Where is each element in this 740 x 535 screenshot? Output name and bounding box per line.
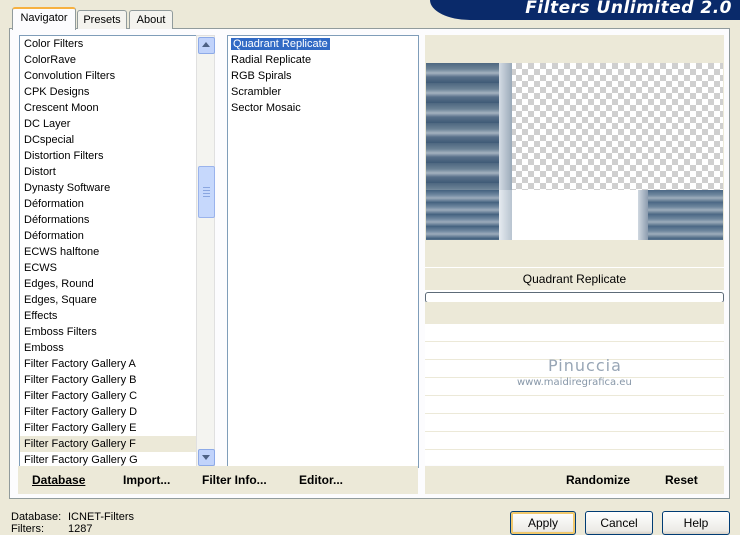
filter-item-label: RGB Spirals	[231, 70, 292, 82]
tab-presets[interactable]: Presets	[77, 10, 127, 29]
database-status-value: ICNET-Filters	[68, 511, 134, 523]
category-item[interactable]: Filter Factory Gallery B	[20, 372, 197, 388]
filter-item[interactable]: Radial Replicate	[228, 52, 418, 68]
category-item[interactable]: DCspecial	[20, 132, 197, 148]
category-scrollbar[interactable]	[196, 35, 215, 468]
filter-item[interactable]: RGB Spirals	[228, 68, 418, 84]
category-item[interactable]: ECWS	[20, 260, 197, 276]
tab-about[interactable]: About	[129, 10, 173, 29]
parameter-row	[425, 396, 724, 414]
preview-strip	[499, 63, 512, 190]
category-item[interactable]: Filter Factory Gallery E	[20, 420, 197, 436]
database-label: Database	[32, 473, 86, 487]
filter-info-button[interactable]: Filter Info...	[202, 473, 267, 487]
filters-status-value: 1287	[68, 523, 93, 535]
category-item[interactable]: Convolution Filters	[20, 68, 197, 84]
filter-item-label: Sector Mosaic	[231, 102, 301, 114]
category-item[interactable]: Color Filters	[20, 36, 197, 52]
randomize-button[interactable]: Randomize	[566, 473, 630, 487]
chevron-up-icon	[202, 42, 210, 47]
filter-item[interactable]: Quadrant Replicate	[228, 36, 418, 52]
preview-blank	[512, 190, 638, 240]
parameter-row	[425, 324, 724, 342]
category-item[interactable]: Effects	[20, 308, 197, 324]
scroll-up-button[interactable]	[198, 37, 215, 54]
parameter-row	[425, 432, 724, 450]
filter-item[interactable]: Sector Mosaic	[228, 100, 418, 116]
list-toolbar: Database Import... Filter Info... Editor…	[18, 466, 418, 494]
current-filter-name: Quadrant Replicate	[425, 268, 724, 290]
filter-item-label: Scrambler	[231, 86, 282, 98]
cancel-button[interactable]: Cancel	[585, 511, 653, 535]
parameter-header	[425, 302, 724, 324]
category-item[interactable]: Emboss	[20, 340, 197, 356]
parameter-list	[425, 324, 724, 468]
category-item[interactable]: CPK Designs	[20, 84, 197, 100]
category-item[interactable]: Filter Factory Gallery C	[20, 388, 197, 404]
category-item[interactable]: ECWS halftone	[20, 244, 197, 260]
title-banner: Filters Unlimited 2.0	[430, 0, 740, 20]
import-button[interactable]: Import...	[123, 473, 170, 487]
parameter-row	[425, 414, 724, 432]
category-item[interactable]: Filter Factory Gallery A	[20, 356, 197, 372]
scroll-thumb[interactable]	[198, 166, 215, 218]
database-status-label: Database:	[11, 511, 62, 523]
status-filters: Filters: 1287	[11, 523, 92, 535]
tab-navigator[interactable]: Navigator	[12, 7, 76, 30]
reset-button[interactable]: Reset	[665, 473, 698, 487]
filter-item-label: Radial Replicate	[231, 54, 312, 66]
category-item[interactable]: Emboss Filters	[20, 324, 197, 340]
category-item[interactable]: Distortion Filters	[20, 148, 197, 164]
category-item[interactable]: Edges, Round	[20, 276, 197, 292]
filter-item-label: Quadrant Replicate	[231, 38, 330, 50]
banner-title: Filters Unlimited 2.0	[525, 0, 732, 18]
category-item[interactable]: Dynasty Software	[20, 180, 197, 196]
category-item[interactable]: Distort	[20, 164, 197, 180]
chevron-down-icon	[202, 455, 210, 460]
preview-toolbar: Randomize Reset	[425, 466, 724, 494]
category-item[interactable]: Crescent Moon	[20, 100, 197, 116]
category-item[interactable]: Filter Factory Gallery D	[20, 404, 197, 420]
watermark-url: www.maidiregrafica.eu	[517, 377, 632, 388]
scroll-down-button[interactable]	[198, 449, 215, 466]
category-item[interactable]: Déformation	[20, 228, 197, 244]
status-database: Database: ICNET-Filters	[11, 511, 134, 523]
help-button[interactable]: Help	[662, 511, 730, 535]
preview-quadrant-bottom-right	[638, 190, 723, 240]
apply-button[interactable]: Apply	[510, 511, 576, 535]
watermark-name: Pinuccia	[548, 356, 622, 375]
category-item[interactable]: DC Layer	[20, 116, 197, 132]
category-item[interactable]: Déformation	[20, 196, 197, 212]
category-item[interactable]: Edges, Square	[20, 292, 197, 308]
filters-status-label: Filters:	[11, 523, 44, 535]
editor-button[interactable]: Editor...	[299, 473, 343, 487]
category-item[interactable]: Déformations	[20, 212, 197, 228]
preview-strip	[638, 190, 648, 240]
category-list[interactable]: Color Filters ColorRave Convolution Filter…	[19, 35, 198, 468]
filter-item[interactable]: Scrambler	[228, 84, 418, 100]
database-button[interactable]: Database	[32, 473, 85, 487]
filter-list[interactable]: Quadrant Replicate Radial Replicate RGB Sp…	[227, 35, 419, 468]
category-item[interactable]: ColorRave	[20, 52, 197, 68]
preview-strip	[499, 190, 512, 240]
category-item[interactable]: Filter Factory Gallery F	[20, 436, 197, 452]
